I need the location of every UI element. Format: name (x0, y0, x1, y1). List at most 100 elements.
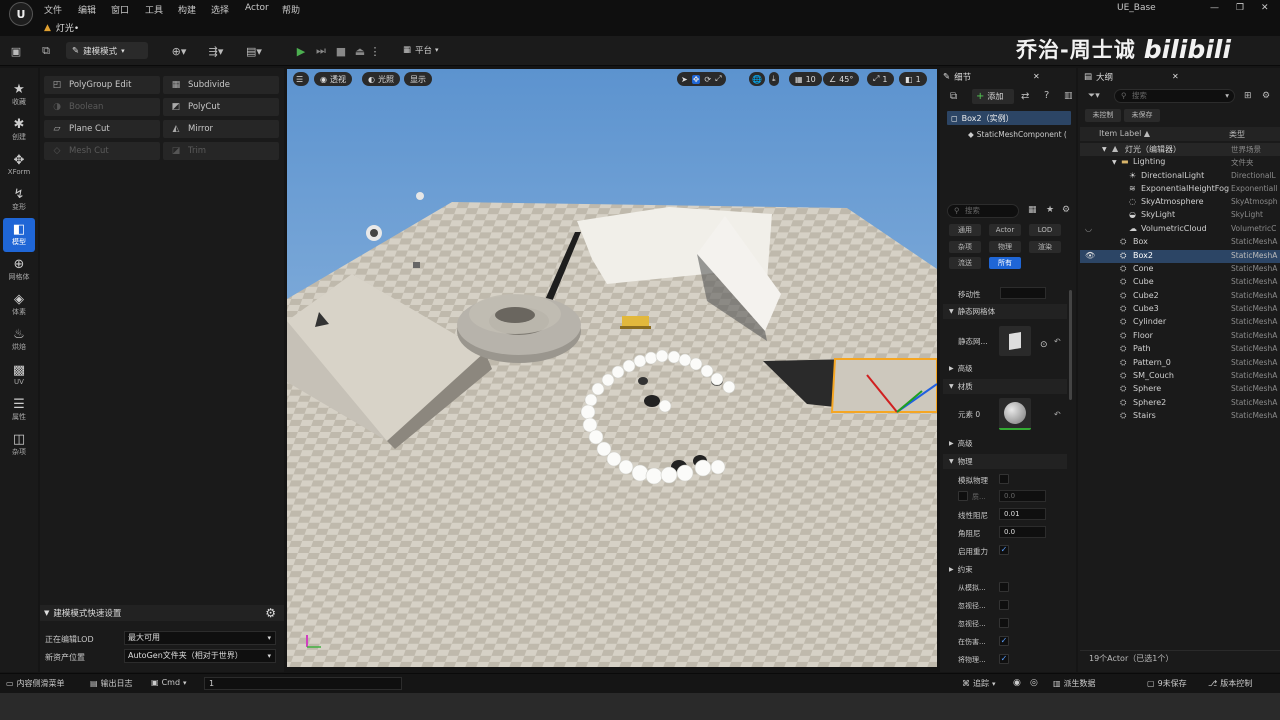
menu-edit[interactable]: 编辑 (78, 3, 96, 16)
outliner-row[interactable]: ⛭ Path StaticMeshA (1080, 343, 1280, 356)
outliner-row[interactable]: ▼ ▲ 灯光（编辑器） 世界场景 (1080, 143, 1280, 156)
blueprint-icon[interactable]: ⧉ (950, 91, 957, 102)
browse-mesh-icon[interactable]: ⊙ (1040, 340, 1048, 350)
constraint-checkbox[interactable] (999, 618, 1009, 628)
mobility-toggle[interactable] (1000, 287, 1046, 299)
outliner-search[interactable]: ⚲ 搜索 ▾ (1114, 89, 1235, 103)
outliner-row[interactable]: ⛭ SM_Couch StaticMeshA (1080, 370, 1280, 383)
grid-snap[interactable]: ▦ 10 (789, 72, 822, 86)
outliner-row[interactable]: 👁 ⛭ Box2 StaticMeshA (1080, 250, 1280, 263)
uncontrolled-button[interactable]: 未控制 (1085, 109, 1121, 122)
physics-section[interactable]: ▼ 物理 (943, 454, 1067, 469)
item-label-header[interactable]: Item Label ▲ (1099, 129, 1150, 138)
cmd-dropdown[interactable]: ▣ Cmd ▾ (151, 678, 187, 687)
step-icon[interactable]: ⏭ (313, 44, 329, 58)
outliner-row[interactable]: ◒ SkyLight SkyLight (1080, 209, 1280, 222)
category-bake[interactable]: ♨ 烘焙 (3, 323, 35, 357)
details-scrollbar[interactable] (1069, 290, 1072, 400)
blueprint-edit-icon[interactable]: ⇄ (1021, 91, 1029, 102)
settings-gear-icon[interactable]: ⚙ (1062, 205, 1070, 215)
close-icon[interactable]: ✕ (1172, 72, 1179, 81)
constraint-checkbox[interactable]: ✓ (999, 636, 1009, 646)
advanced-section-2[interactable]: ▶ 高级 (943, 436, 1067, 451)
close-window-button[interactable]: ✕ (1261, 3, 1269, 13)
tool-polygroup-edit[interactable]: ◰ PolyGroup Edit (44, 76, 160, 94)
filter-general[interactable]: 通用 (949, 224, 981, 236)
perspective-button[interactable]: ◉ 透视 (314, 72, 352, 86)
outliner-row[interactable]: ☀ DirectionalLight DirectionalL (1080, 170, 1280, 183)
show-button[interactable]: 显示 (404, 72, 432, 86)
mass-override-checkbox[interactable] (958, 491, 968, 501)
tool-polycut[interactable]: ◩ PolyCut (163, 98, 279, 116)
rotation-snap[interactable]: ∠ 45° (823, 72, 860, 86)
save-icon[interactable]: ▣ (8, 44, 24, 58)
category-xform[interactable]: ✥ XForm (3, 148, 35, 182)
advanced-section[interactable]: ▶ 高级 (943, 361, 1067, 376)
material-thumbnail[interactable] (999, 398, 1031, 430)
content-drawer-button[interactable]: ▭ 内容侧滑菜单 (6, 678, 65, 689)
outliner-row[interactable]: ⛭ Sphere2 StaticMeshA (1080, 397, 1280, 410)
constraint-checkbox[interactable] (999, 600, 1009, 610)
help-icon[interactable]: ? (1044, 90, 1049, 101)
category-favorites[interactable]: ★ 收藏 (3, 78, 35, 112)
details-tab[interactable]: ✎ 细节 ✕ (943, 69, 1047, 84)
static-mesh-section[interactable]: ▼ 静态网格体 (943, 304, 1067, 319)
static-mesh-thumbnail[interactable] (999, 326, 1031, 356)
reset-icon[interactable]: ↶ (1054, 410, 1061, 419)
unreal-logo-icon[interactable]: U (9, 2, 33, 26)
outliner-row[interactable]: ◡ ☁ VolumetricCloud VolumetricC (1080, 223, 1280, 236)
outliner-row[interactable]: ⛭ Cube3 StaticMeshA (1080, 303, 1280, 316)
materials-section[interactable]: ▼ 材质 (943, 379, 1067, 394)
stop-icon[interactable]: ■ (333, 44, 349, 58)
minimize-button[interactable]: — (1210, 3, 1219, 13)
select-icon[interactable]: ➤ (681, 75, 688, 84)
filter-lod[interactable]: LOD (1029, 224, 1061, 236)
category-misc[interactable]: ◫ 杂项 (3, 428, 35, 462)
tool-mesh-cut[interactable]: ◇ Mesh Cut (44, 142, 160, 160)
tool-trim[interactable]: ◪ Trim (163, 142, 279, 160)
filter-misc[interactable]: 杂项 (949, 241, 981, 253)
outliner-row[interactable]: ⛭ Cube2 StaticMeshA (1080, 290, 1280, 303)
surface-snap[interactable]: ⤓ (769, 72, 779, 86)
linear-damping-field[interactable]: 0.01 (999, 508, 1046, 520)
menu-actor[interactable]: Actor (245, 3, 269, 13)
level-tab[interactable]: ▲ 灯光• (44, 19, 124, 36)
reset-icon[interactable]: ↶ (1054, 337, 1061, 346)
scale-icon[interactable]: ⤢ (715, 74, 721, 84)
outliner-settings-icon[interactable]: ⚙ (1262, 91, 1270, 101)
lod-dropdown[interactable]: 最大可用 ▾ (124, 631, 276, 645)
mode-selector[interactable]: ✎ 建模模式 ▾ (66, 42, 148, 59)
favorite-star-icon[interactable]: ★ (1046, 205, 1054, 215)
outliner-row[interactable]: ⛭ Cube StaticMeshA (1080, 276, 1280, 289)
unsaved-button[interactable]: 未保存 (1124, 109, 1160, 122)
output-log-button[interactable]: ▤ 输出日志 (90, 678, 133, 689)
platform-menu[interactable]: ▦ 平台 ▾ (403, 44, 439, 56)
outliner-row[interactable]: ▼ ▬ Lighting 文件夹 (1080, 156, 1280, 169)
filter-actor[interactable]: Actor (989, 224, 1021, 236)
rotate-icon[interactable]: ⟳ (704, 75, 711, 84)
component-row[interactable]: ◆ StaticMeshComponent ( (968, 128, 1071, 141)
visibility-icon[interactable]: 👁 (1085, 251, 1095, 260)
quick-settings-header[interactable]: ▼ 建模模式快速设置 ⚙ (40, 605, 284, 621)
derived-data-button[interactable]: ▥ 派生数据 (1053, 678, 1096, 689)
cinematics-icon[interactable]: ▤▾ (243, 44, 265, 58)
menu-select[interactable]: 选择 (211, 3, 229, 16)
filter-streaming[interactable]: 流送 (949, 257, 981, 269)
tool-boolean[interactable]: ◑ Boolean (44, 98, 160, 116)
add-component-button[interactable]: + 添加 (972, 89, 1014, 104)
table-view-icon[interactable]: ▦ (1028, 205, 1037, 215)
menu-tools[interactable]: 工具 (145, 3, 163, 16)
enable-gravity-checkbox[interactable]: ✓ (999, 545, 1009, 555)
add-actor-icon[interactable]: ⊕▾ (168, 44, 190, 58)
tool-subdivide[interactable]: ▦ Subdivide (163, 76, 279, 94)
level-viewport[interactable]: ☰ ◉ 透视 ◐ 光照 显示 ➤ ✥ ⟳ ⤢ 🌐 ⤓ ▦ 10 ∠ 45° ⤢ … (287, 69, 937, 667)
close-icon[interactable]: ✕ (1033, 72, 1040, 81)
category-voxel[interactable]: ◈ 体素 (3, 288, 35, 322)
category-create[interactable]: ✱ 创建 (3, 113, 35, 147)
tool-mirror[interactable]: ◭ Mirror (163, 120, 279, 138)
play-icon[interactable]: ▶ (293, 44, 309, 58)
new-folder-icon[interactable]: ⊞ (1244, 91, 1252, 101)
record-icon[interactable]: ◉ (1013, 678, 1021, 688)
move-icon[interactable]: ✥ (691, 74, 701, 84)
details-search[interactable]: ⚲ 搜索 (947, 204, 1019, 218)
